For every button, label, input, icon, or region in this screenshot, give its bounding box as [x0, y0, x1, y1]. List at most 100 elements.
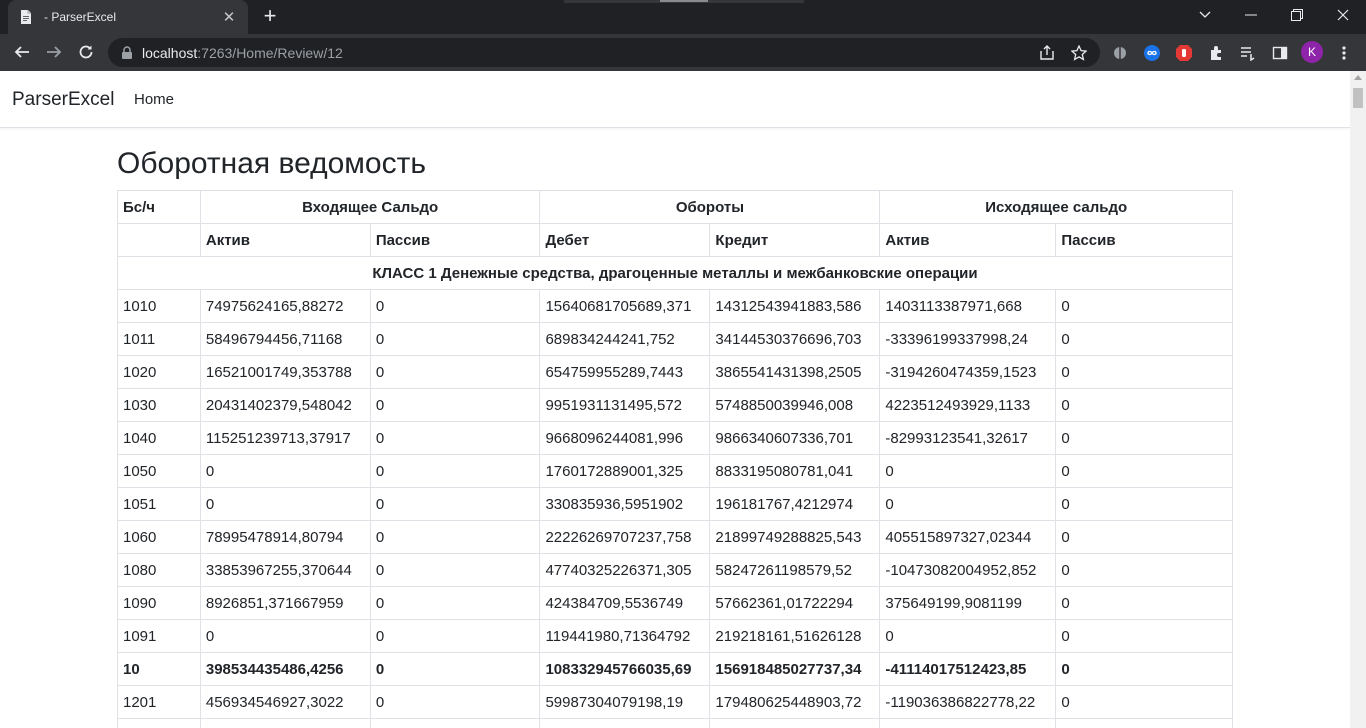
table-cell: 0: [369, 289, 541, 323]
table-cell: 654759955289,7443: [539, 355, 711, 389]
table-cell: 0: [1055, 652, 1233, 686]
site-brand-link[interactable]: ParserExcel: [12, 89, 114, 111]
table-cell: 1080: [117, 553, 201, 587]
table-cell: 0: [199, 454, 371, 488]
table-cell: 9866340607336,701: [709, 421, 881, 455]
address-bar[interactable]: localhost:7263/Home/Review/12: [108, 38, 1100, 67]
reload-icon[interactable]: [72, 38, 100, 66]
table-row: 1090 8926851,371667959 0 424384709,5536749 5…: [117, 586, 1233, 620]
table-cell: 21899749288825,543: [709, 520, 881, 554]
table-body: 1010 74975624165,88272 0 15640681705689,371…: [117, 289, 1233, 728]
table-cell: 0: [879, 454, 1057, 488]
table-cell: 0: [369, 421, 541, 455]
browser-tab[interactable]: - ParserExcel ✕: [8, 0, 248, 34]
table-cell: 0: [879, 619, 1057, 653]
class-title: КЛАСС 1 Денежные средства, драгоценные м…: [117, 256, 1233, 290]
table-cell: 1040: [117, 421, 201, 455]
table-cell: 14312543941883,586: [709, 289, 881, 323]
table-row: 1051 0 0 330835936,5951902 196181767,4212974…: [117, 487, 1233, 521]
tab-search-chevron-icon[interactable]: [1182, 0, 1228, 30]
scroll-thumb[interactable]: [1353, 88, 1363, 108]
table-row: 1011 58496794456,71168 0 689834244241,752 34…: [117, 322, 1233, 356]
table-cell: -10473082004952,852: [879, 553, 1057, 587]
table-cell: 424384709,5536749: [539, 586, 711, 620]
table-row: 1010 74975624165,88272 0 15640681705689,371…: [117, 289, 1233, 323]
subheader-cell: Актив: [199, 223, 371, 257]
table-cell: 0: [1055, 388, 1233, 422]
close-window-icon[interactable]: [1320, 0, 1366, 30]
table-cell: 78995478914,80794: [199, 520, 371, 554]
table-cell: 0: [369, 322, 541, 356]
table-cell: 9951931131495,572: [539, 388, 711, 422]
infinity-extension-icon[interactable]: [1142, 43, 1162, 63]
table-cell: 0: [369, 685, 541, 719]
table-cell: 0: [369, 553, 541, 587]
subheader-cell: Пассив: [1055, 223, 1233, 257]
new-tab-button[interactable]: +: [258, 4, 282, 28]
table-cell: 1201: [117, 685, 201, 719]
header-turnover: Обороты: [539, 190, 881, 224]
table-cell: 0: [1055, 421, 1233, 455]
table-cell: 0: [369, 355, 541, 389]
table-cell: 16521001749,353788: [199, 355, 371, 389]
table-row: 1030 20431402379,548042 0 9951931131495,572…: [117, 388, 1233, 422]
table-cell: 0: [369, 487, 541, 521]
table-cell: 456934546927,3022: [199, 685, 371, 719]
adblock-hand-icon[interactable]: [1174, 43, 1194, 63]
table-cell: 0: [1055, 520, 1233, 554]
table-cell: [369, 718, 541, 728]
table-cell: [199, 718, 371, 728]
table-cell: 33853967255,370644: [199, 553, 371, 587]
table-cell: 0: [369, 454, 541, 488]
page-scrollbar[interactable]: [1350, 71, 1366, 728]
extension-puzzle-alt-icon[interactable]: [1110, 43, 1130, 63]
table-cell: 179480625448903,72: [709, 685, 881, 719]
table-cell: 58247261198579,52: [709, 553, 881, 587]
extensions-puzzle-icon[interactable]: [1206, 43, 1226, 63]
side-panel-icon[interactable]: [1270, 43, 1290, 63]
table-cell: 119441980,71364792: [539, 619, 711, 653]
profile-avatar[interactable]: K: [1301, 41, 1323, 63]
table-cell: 1090: [117, 586, 201, 620]
table-cell: 0: [369, 586, 541, 620]
table-cell: -3194260474359,1523: [879, 355, 1057, 389]
tab-close-icon[interactable]: ✕: [220, 8, 238, 26]
table-cell: 0: [369, 520, 541, 554]
header-closing-balance: Исходящее сальдо: [879, 190, 1233, 224]
table-cell: -119036386822778,22: [879, 685, 1057, 719]
reading-list-icon[interactable]: [1238, 43, 1258, 63]
forward-arrow-icon[interactable]: [40, 38, 68, 66]
table-cell: 0: [1055, 619, 1233, 653]
table-cell: [539, 718, 711, 728]
table-cell: 1030: [117, 388, 201, 422]
table-row: 1020 16521001749,353788 0 654759955289,7443…: [117, 355, 1233, 389]
nav-home-link[interactable]: Home: [134, 91, 174, 108]
bookmark-star-icon[interactable]: [1070, 44, 1088, 62]
table-subheader-row: Актив Пассив Дебет Кредит Актив Пассив: [117, 223, 1233, 257]
header-opening-balance: Входящее Сальдо: [199, 190, 541, 224]
back-arrow-icon[interactable]: [8, 38, 36, 66]
minimize-icon[interactable]: [1228, 0, 1274, 30]
table-header-row: Бс/ч Входящее Сальдо Обороты Исходящее с…: [117, 190, 1233, 224]
table-cell: 47740325226371,305: [539, 553, 711, 587]
table-cell: [879, 718, 1057, 728]
table-cell: 8926851,371667959: [199, 586, 371, 620]
table-cell: 4223512493929,1133: [879, 388, 1057, 422]
browser-toolbar: localhost:7263/Home/Review/12 K: [0, 34, 1366, 71]
lock-icon[interactable]: [120, 45, 134, 60]
restore-icon[interactable]: [1274, 0, 1320, 30]
table-cell: 10: [117, 652, 201, 686]
table-cell: 0: [1055, 454, 1233, 488]
table-cell: 1403113387971,668: [879, 289, 1057, 323]
table-cell: 57662361,01722294: [709, 586, 881, 620]
table-cell: 0: [1055, 322, 1233, 356]
table-cell: 196181767,4212974: [709, 487, 881, 521]
table-cell: 0: [199, 619, 371, 653]
share-icon[interactable]: [1038, 44, 1056, 62]
scroll-up-arrow-icon[interactable]: [1354, 75, 1362, 80]
table-cell: 3865541431398,2505: [709, 355, 881, 389]
tab-title: - ParserExcel: [44, 10, 117, 24]
browser-menu-icon[interactable]: [1334, 43, 1354, 63]
url-path: :7263/Home/Review/12: [197, 44, 343, 61]
table-cell: 219218161,51626128: [709, 619, 881, 653]
